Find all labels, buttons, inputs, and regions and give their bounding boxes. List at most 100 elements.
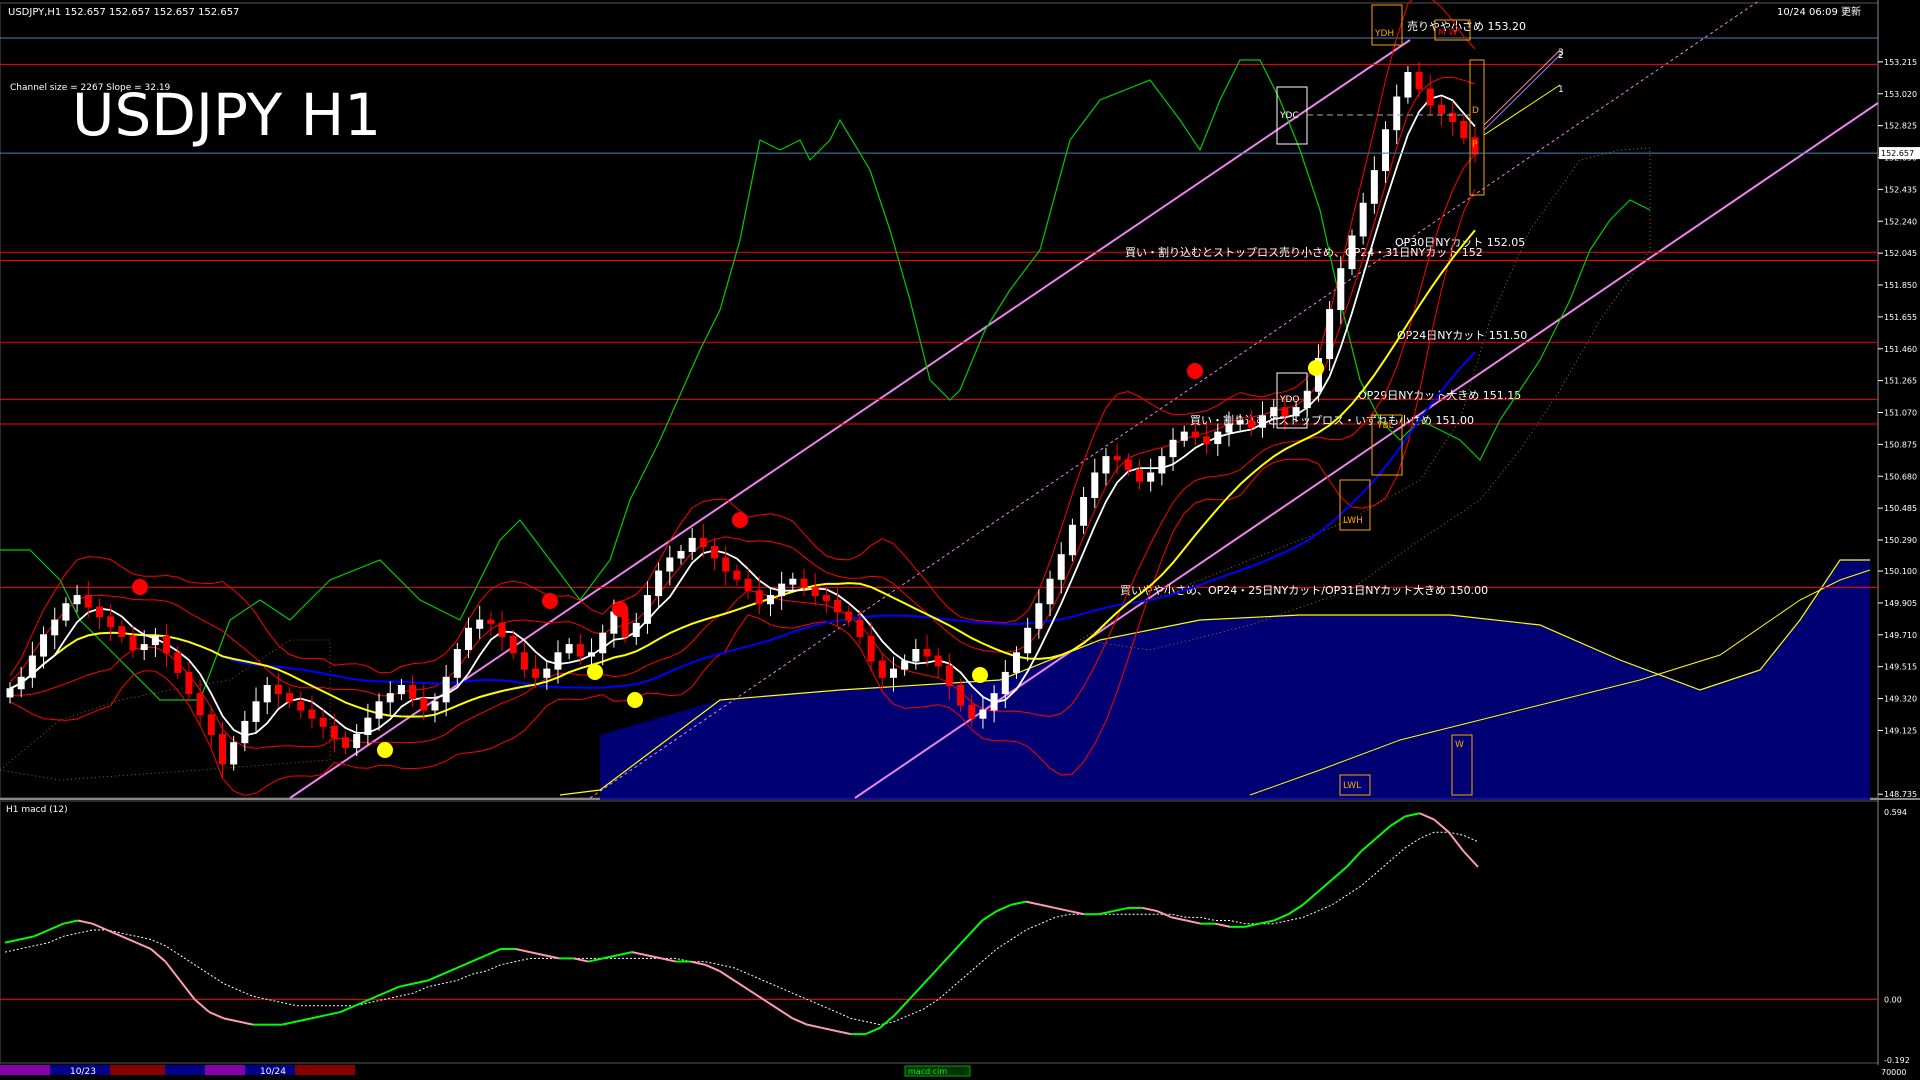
candle-body <box>1382 129 1390 172</box>
macd-segment <box>1040 903 1056 909</box>
candle-body <box>1068 524 1076 556</box>
candle-body <box>84 595 92 608</box>
candle-body <box>509 635 517 654</box>
candle-body <box>263 684 271 703</box>
macd-segment <box>1025 900 1041 906</box>
macd-segment <box>311 1014 327 1020</box>
candle-body <box>487 619 495 624</box>
candle-body <box>207 714 215 736</box>
macd-segment <box>981 910 998 922</box>
macd-segment <box>1011 900 1027 906</box>
macd-segment <box>908 982 925 1001</box>
macd-segment <box>631 951 647 957</box>
candle-body <box>185 671 193 695</box>
macd-segment <box>471 954 487 963</box>
candle-body <box>330 725 338 739</box>
ydh-box <box>1371 4 1403 46</box>
level-label: OP24日NYカット 151.50 <box>1397 329 1527 342</box>
macd-segment <box>223 1017 239 1023</box>
candle-body <box>834 599 842 613</box>
price-tick-label: 151.265 <box>1884 377 1917 386</box>
macd-tag: macd cim <box>908 1067 947 1076</box>
candle-body <box>889 668 897 678</box>
candle-body <box>733 570 741 580</box>
candle-body <box>51 619 59 636</box>
candle-body <box>923 649 931 657</box>
macd-segment <box>208 1011 225 1020</box>
candle-body <box>968 704 976 719</box>
ichimoku-cloud <box>0 147 1871 800</box>
macd-segment <box>762 998 779 1010</box>
level-label: 売りやや小さめ 153.20 <box>1407 20 1526 33</box>
macd-segment <box>398 982 414 988</box>
macd-segment <box>369 992 385 1001</box>
price-tick-label: 152.045 <box>1884 249 1917 258</box>
macd-segment <box>296 1017 312 1023</box>
macd-segment <box>1054 906 1070 913</box>
level-label: 買いやや小さめ、OP24・25日NYカット/OP31日NYカット大きめ 150.… <box>1120 583 1488 597</box>
lwh-label: LWH <box>1343 516 1363 526</box>
candle-body <box>800 578 808 588</box>
macd-segment <box>515 947 531 954</box>
macd-segment <box>33 929 50 938</box>
macd-segment <box>427 973 443 982</box>
macd-segment <box>340 1004 356 1013</box>
macd-segment <box>966 919 983 937</box>
candle-body <box>386 693 394 703</box>
candle-body <box>565 644 573 654</box>
p-label: P <box>1472 140 1478 150</box>
macd-segment <box>1462 850 1479 868</box>
candle-body <box>979 709 987 719</box>
macd-segment <box>1375 825 1392 840</box>
candle-body <box>1337 268 1345 311</box>
timebar-segment <box>165 1065 205 1075</box>
macd-segment <box>92 922 108 931</box>
candle-body <box>845 611 853 621</box>
candle-body <box>431 701 439 711</box>
timebar-segment <box>0 1065 50 1075</box>
macd-segment <box>383 985 400 995</box>
macd-segment <box>879 1014 896 1029</box>
candle-body <box>576 644 584 657</box>
candle-body <box>40 634 48 657</box>
macd-segment <box>777 1008 794 1020</box>
candle-body <box>118 626 126 637</box>
candle-body <box>1415 72 1423 90</box>
candle-body <box>1147 472 1155 482</box>
candle-body <box>1393 96 1401 131</box>
macd-segment <box>193 998 210 1013</box>
candle-body <box>453 649 461 678</box>
macd-segment <box>617 951 633 957</box>
price-tick-label: 150.680 <box>1884 472 1917 481</box>
candle-body <box>1091 472 1099 499</box>
candle-body <box>711 546 719 559</box>
macd-segment <box>281 1020 297 1026</box>
candle-body <box>151 635 159 646</box>
macd-segment <box>1316 878 1333 893</box>
candle-body <box>218 734 226 765</box>
candle-body <box>1214 431 1222 445</box>
macd-segment <box>1360 837 1377 852</box>
macd-panel: 0.594 0.00 -0.192 <box>0 808 1910 1065</box>
candle-body <box>1292 407 1300 417</box>
candle-body <box>822 595 830 601</box>
current-price-label: 152.657 <box>1881 149 1914 158</box>
macd-segment <box>792 1017 808 1026</box>
candle-body <box>532 668 540 678</box>
candle-body <box>655 570 663 597</box>
macd-segment <box>865 1026 881 1036</box>
candle-body <box>17 676 25 690</box>
fractal-arrow-icon <box>587 664 603 680</box>
candle-body <box>375 701 383 719</box>
macd-segment <box>135 941 152 950</box>
candle-body <box>62 603 70 621</box>
macd-segment <box>63 919 79 925</box>
candle-body <box>643 595 651 624</box>
pivot-1-label: 1 <box>1558 85 1564 95</box>
macd-segment <box>529 951 545 957</box>
fractal-arrow-icon <box>612 601 628 617</box>
candle-body <box>588 652 596 657</box>
candle-body <box>1281 407 1289 417</box>
candle-body <box>6 688 14 698</box>
fractal-arrow-icon <box>542 593 558 609</box>
